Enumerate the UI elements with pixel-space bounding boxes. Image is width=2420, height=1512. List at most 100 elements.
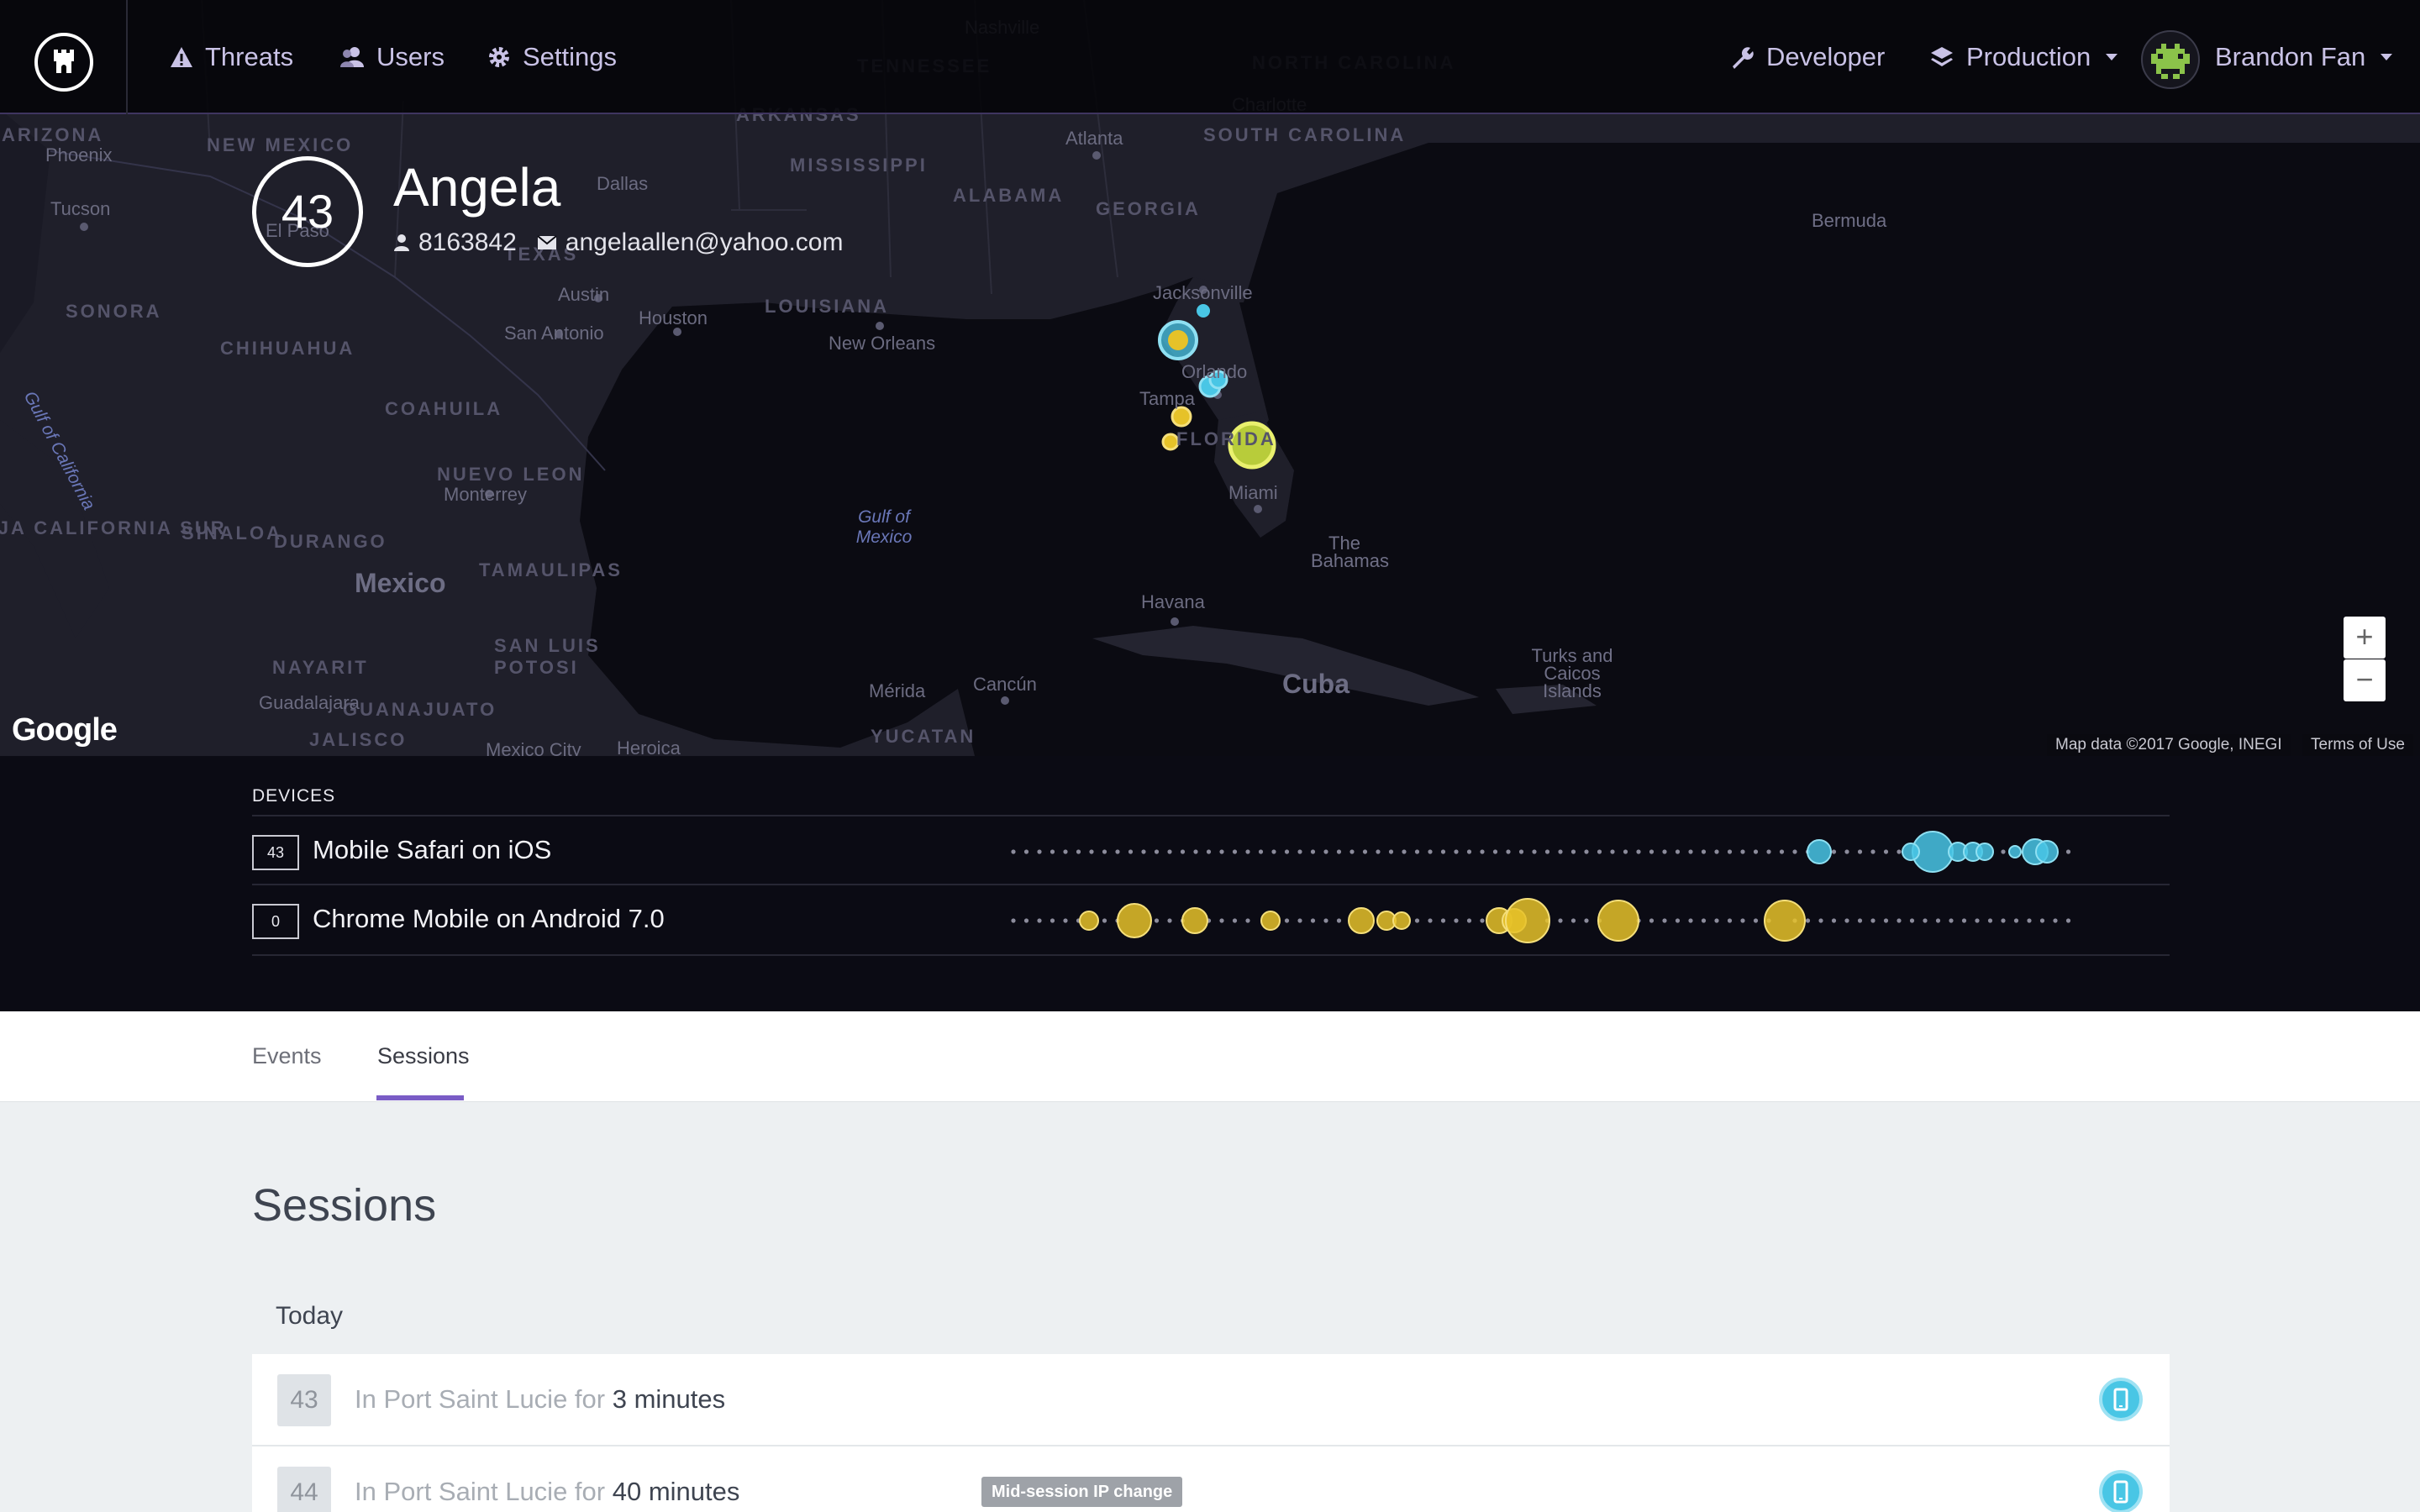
- tab-events[interactable]: Events: [252, 1043, 322, 1069]
- device-row-android[interactable]: 0 Chrome Mobile on Android 7.0: [252, 885, 2170, 956]
- timeline-tick: [1883, 849, 1889, 854]
- timeline-tick: [1193, 849, 1198, 854]
- timeline-tick: [1063, 918, 1068, 923]
- state-label: CHIHUAHUA: [220, 338, 355, 359]
- timeline-tick: [1636, 849, 1641, 854]
- timeline-tick: [1167, 918, 1172, 923]
- session-bubble: [1902, 843, 1920, 861]
- session-bubble: [1117, 903, 1152, 938]
- castle-logo-icon[interactable]: [34, 33, 93, 92]
- timeline-tick: [1558, 918, 1563, 923]
- timeline-tick: [1023, 849, 1029, 854]
- state-label: TAMAULIPAS: [479, 559, 623, 580]
- city-label: Mexico City: [486, 739, 581, 756]
- timeline-tick: [1975, 918, 1980, 923]
- timeline-tick: [1141, 849, 1146, 854]
- city-label: Guadalajara: [259, 692, 360, 713]
- session-bubble: [1807, 839, 1832, 864]
- timeline-tick: [1388, 849, 1394, 854]
- timeline-tick: [1688, 849, 1693, 854]
- nav-developer[interactable]: Developer: [1729, 39, 1885, 76]
- timeline-tick: [1480, 918, 1485, 923]
- state-label: FLORIDA: [1176, 428, 1276, 449]
- timeline-tick: [1232, 849, 1238, 854]
- timeline-tick: [1714, 849, 1719, 854]
- user-meta: 8163842 angelaallen@yahoo.com: [393, 228, 843, 257]
- state-label: SAN LUIS POTOSI: [494, 635, 601, 678]
- timeline-tick: [1284, 849, 1290, 854]
- map-attribution: Map data ©2017 Google, INEGI: [2047, 734, 2291, 756]
- state-label: NUEVO LEON: [437, 464, 585, 485]
- session-number: 43: [277, 1374, 331, 1426]
- session-bubble: [1348, 907, 1375, 934]
- user-name-heading: Angela: [393, 157, 561, 218]
- zoom-in-button[interactable]: +: [2344, 617, 2386, 659]
- timeline-tick: [1050, 918, 1055, 923]
- email-icon: [537, 235, 557, 249]
- timeline-tick: [1271, 849, 1276, 854]
- nav-settings[interactable]: Settings: [487, 39, 617, 76]
- timeline-tick: [2001, 918, 2006, 923]
- state-label: SONORA: [66, 301, 162, 322]
- nav-threats[interactable]: Threats: [170, 39, 293, 76]
- warning-icon: [171, 47, 192, 67]
- timeline-tick: [1206, 849, 1212, 854]
- timeline-tick: [1154, 918, 1160, 923]
- timeline-tick: [1428, 918, 1433, 923]
- device-session-count: 0: [252, 904, 299, 939]
- timeline-tick: [2013, 918, 2019, 923]
- timeline-tick: [1037, 918, 1042, 923]
- timeline-tick: [1128, 849, 1134, 854]
- device-session-count: 43: [252, 835, 299, 870]
- timeline-tick: [1935, 918, 1941, 923]
- session-bubble: [1079, 911, 1099, 931]
- timeline-tick: [1297, 918, 1302, 923]
- mobile-device-icon: [2099, 1470, 2143, 1512]
- timeline-tick: [1897, 918, 1902, 923]
- logo-container[interactable]: [0, 0, 128, 114]
- city-label: Jacksonville: [1153, 282, 1253, 303]
- timeline-tick: [1245, 849, 1250, 854]
- layers-icon: [1931, 47, 1953, 66]
- timeline-tick: [2001, 849, 2006, 854]
- timeline-tick: [2053, 918, 2058, 923]
- session-bubble: [1764, 900, 1806, 942]
- environment-dropdown[interactable]: Production: [1929, 39, 2118, 76]
- session-row[interactable]: 43 In Port Saint Lucie for 3 minutes: [252, 1354, 2170, 1446]
- gear-icon: [489, 47, 509, 67]
- timeline-tick: [1532, 849, 1537, 854]
- session-row[interactable]: 44 In Port Saint Lucie for 40 minutes Mi…: [252, 1446, 2170, 1512]
- island-label: Bermuda: [1812, 210, 1887, 231]
- city-label: Dallas: [597, 173, 649, 194]
- environment-label: Production: [1966, 42, 2091, 71]
- timeline-tick: [1037, 849, 1042, 854]
- timeline-tick: [2065, 849, 2071, 854]
- timeline-tick: [1883, 918, 1889, 923]
- account-dropdown[interactable]: Brandon Fan: [2215, 39, 2393, 76]
- session-number: 44: [277, 1467, 331, 1512]
- timeline-tick: [1480, 849, 1485, 854]
- zoom-out-button[interactable]: −: [2344, 659, 2386, 701]
- city-label: Mérida: [869, 680, 926, 701]
- terms-of-use-link[interactable]: Terms of Use: [2302, 734, 2413, 756]
- tab-sessions[interactable]: Sessions: [377, 1043, 470, 1069]
- user-email: angelaallen@yahoo.com: [565, 228, 844, 256]
- nav-users-label: Users: [376, 42, 445, 71]
- timeline-tick: [2065, 918, 2071, 923]
- nav-users[interactable]: Users: [339, 39, 445, 76]
- user-avatar[interactable]: [2141, 30, 2200, 89]
- timeline-tick: [1662, 918, 1667, 923]
- session-bubble: [1392, 911, 1411, 930]
- state-label: COAHUILA: [385, 398, 503, 419]
- session-bubble: [2008, 845, 2022, 858]
- timeline-tick: [1180, 849, 1186, 854]
- timeline-tick: [1949, 918, 1954, 923]
- session-bubble: [1181, 907, 1208, 934]
- timeline-tick: [1023, 918, 1029, 923]
- session-summary: In Port Saint Lucie for 3 minutes: [355, 1384, 726, 1414]
- session-bubble: [1975, 843, 1994, 861]
- device-row-ios[interactable]: 43 Mobile Safari on iOS: [252, 815, 2170, 885]
- timeline-tick: [1558, 849, 1563, 854]
- timeline-tick: [1597, 849, 1602, 854]
- city-label: Orlando: [1181, 361, 1248, 382]
